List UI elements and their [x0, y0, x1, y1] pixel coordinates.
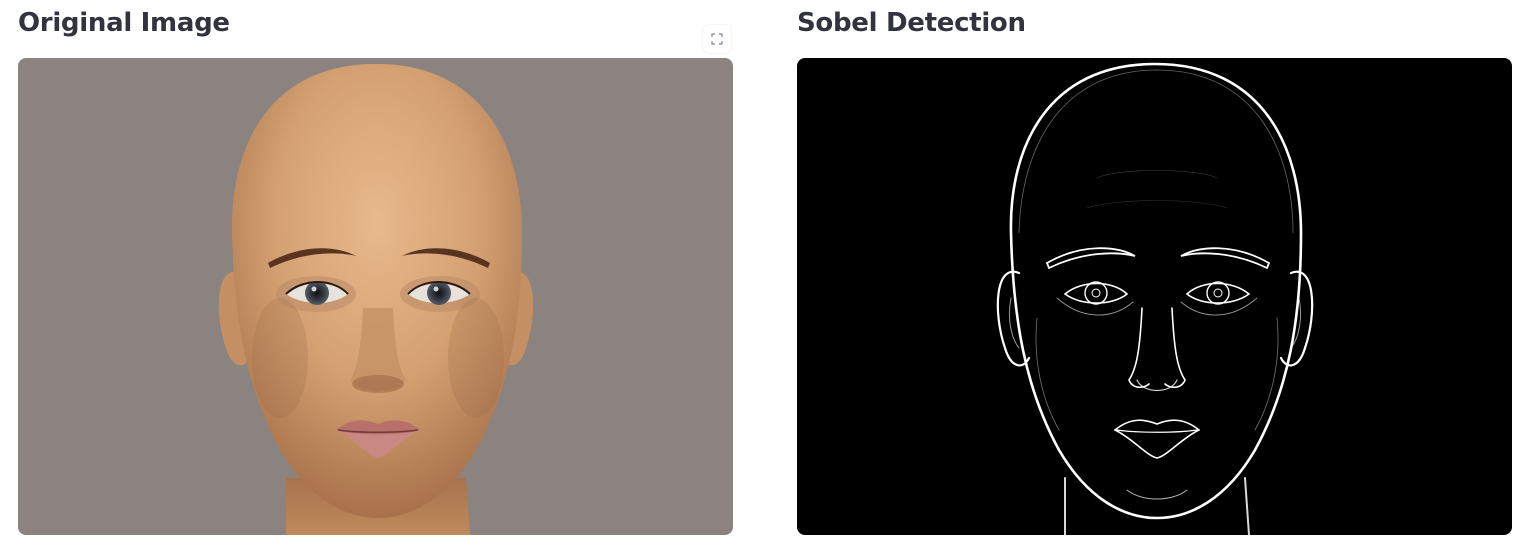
original-image-title: Original Image [18, 8, 230, 38]
expand-icon [711, 33, 723, 45]
original-image-panel: Original Image [18, 0, 733, 552]
sobel-detection-title: Sobel Detection [797, 8, 1026, 38]
face-render-image [18, 58, 733, 535]
edge-map-image [797, 58, 1512, 535]
fullscreen-button[interactable] [703, 25, 731, 53]
sobel-detection-image [797, 58, 1512, 535]
original-image [18, 58, 733, 535]
sobel-detection-panel: Sobel Detection [797, 0, 1512, 552]
